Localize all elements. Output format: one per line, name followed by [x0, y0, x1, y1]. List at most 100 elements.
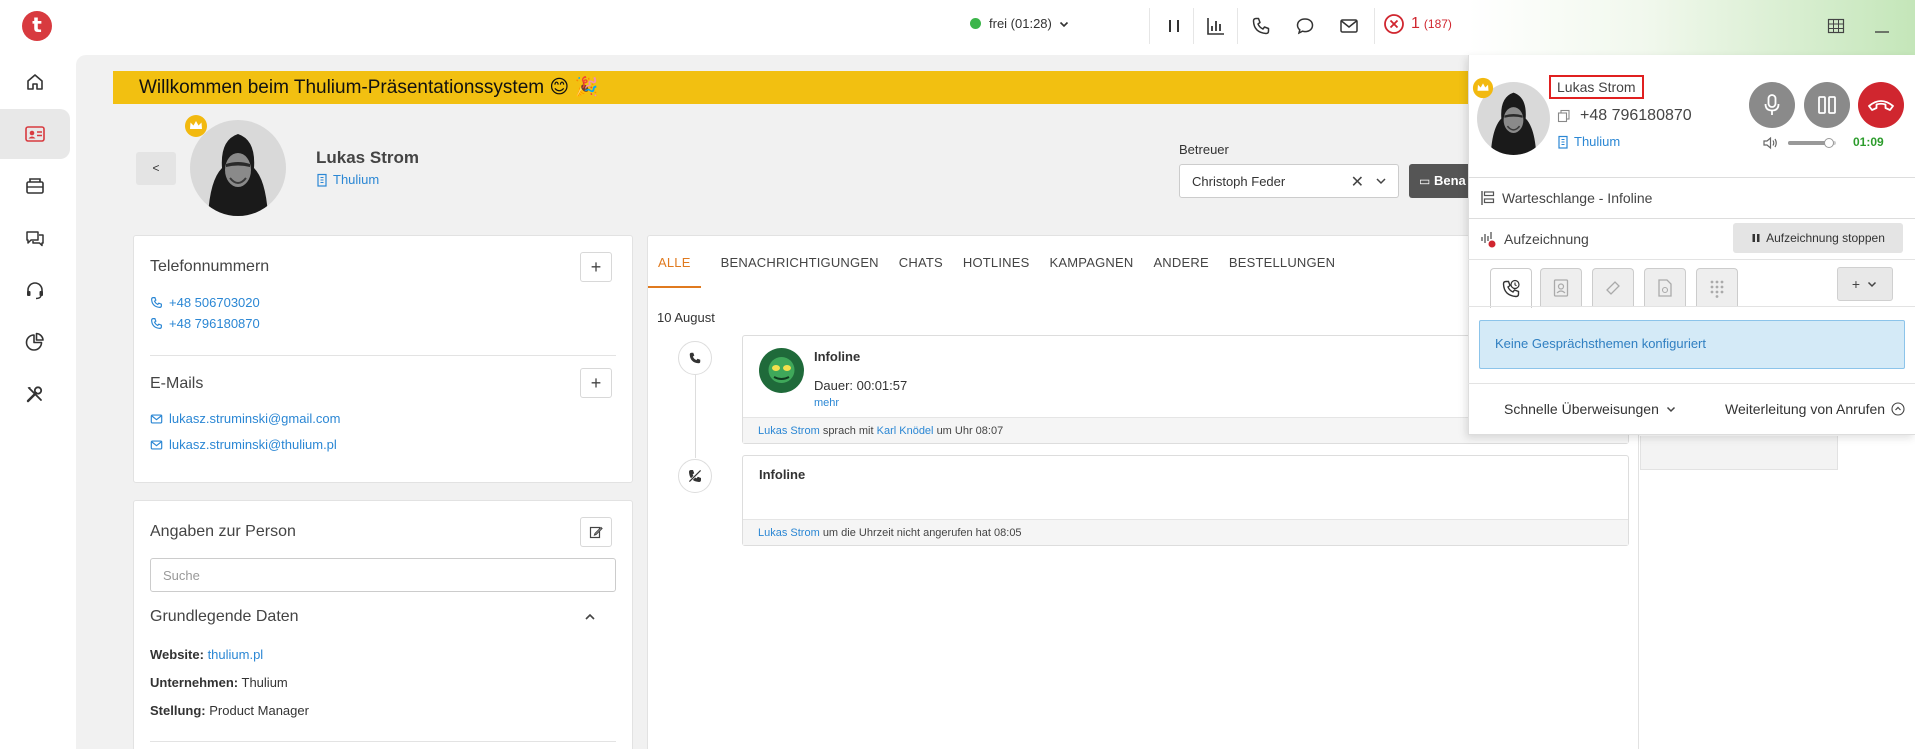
add-email-button[interactable]: +	[580, 368, 612, 398]
phone-button[interactable]	[1248, 13, 1274, 39]
back-button[interactable]: <	[136, 152, 176, 185]
pause-icon	[1752, 234, 1760, 242]
recording-icon	[1481, 232, 1496, 248]
person-search-input[interactable]: Suche	[150, 558, 616, 592]
betreuer-label: Betreuer	[1179, 142, 1229, 157]
contact-name: Lukas Strom	[316, 148, 419, 167]
tab-bestellungen[interactable]: BESTELLUNGEN	[1229, 255, 1335, 288]
tab-document[interactable]	[1644, 268, 1686, 306]
queue-label: Warteschlange - Infoline	[1502, 190, 1653, 206]
quick-transfers-dropdown[interactable]: Schnelle Überweisungen	[1504, 401, 1677, 417]
add-dropdown-label: +	[1851, 276, 1861, 292]
phone-icon	[689, 352, 701, 364]
chat-button[interactable]	[1292, 13, 1318, 39]
tab-hotlines[interactable]: HOTLINES	[963, 255, 1030, 288]
agent-status-dropdown[interactable]: frei (01:28)	[970, 16, 1070, 31]
website-link[interactable]: thulium.pl	[208, 647, 264, 662]
mail-icon	[1340, 19, 1358, 33]
timeline-entry: Infoline Lukas Strom um die Uhrzeit nich…	[742, 455, 1629, 546]
tab-benachrichtigungen[interactable]: BENACHRICHTIGUNGEN	[721, 255, 879, 288]
call-timer: 01:09	[1853, 135, 1884, 149]
alerts-counter[interactable]: 1 (187)	[1383, 13, 1452, 35]
hangup-icon	[1868, 100, 1894, 111]
sidebar-item-tickets[interactable]	[0, 161, 70, 211]
contact-link[interactable]: Lukas Strom	[758, 527, 820, 539]
hangup-button[interactable]	[1858, 82, 1904, 128]
volume-slider-fill	[1788, 141, 1829, 145]
entry-title: Infoline	[814, 349, 861, 364]
tab-andere[interactable]: ANDERE	[1153, 255, 1208, 288]
queue-icon	[1481, 191, 1495, 205]
mute-button[interactable]	[1749, 82, 1795, 128]
hold-button[interactable]	[1804, 82, 1850, 128]
agent-link[interactable]: Karl Knödel	[877, 425, 934, 437]
sidebar-item-tools[interactable]	[0, 369, 70, 419]
entry-title: Infoline	[759, 467, 806, 482]
edit-person-button[interactable]	[580, 517, 612, 547]
tab-chats[interactable]: CHATS	[899, 255, 943, 288]
volume-slider-knob[interactable]	[1823, 138, 1834, 148]
dialpad-icon	[1710, 280, 1724, 298]
caller-company-link[interactable]: Thulium	[1557, 134, 1620, 149]
chevron-circle-icon	[1891, 402, 1905, 416]
mail-icon	[150, 414, 163, 423]
more-link[interactable]: mehr	[814, 397, 839, 409]
caller-phone: +48 796180870	[1557, 107, 1692, 125]
chevron-down-icon[interactable]	[1374, 174, 1388, 188]
section-divider	[150, 741, 616, 742]
topbar-divider	[1149, 8, 1150, 44]
tab-contact-card[interactable]	[1540, 268, 1582, 306]
grid-icon[interactable]	[1827, 18, 1845, 34]
status-label: frei (01:28)	[989, 16, 1052, 31]
notify-button[interactable]: ▭ Bena	[1409, 164, 1469, 198]
sidebar-item-reports[interactable]	[0, 317, 70, 367]
phone-number-link[interactable]: +48 506703020	[150, 295, 260, 310]
tab-dialpad[interactable]	[1696, 268, 1738, 306]
phone-icon	[151, 297, 162, 308]
add-dropdown-button[interactable]: +	[1837, 267, 1893, 301]
call-entry-icon	[678, 341, 712, 375]
statistics-button[interactable]	[1203, 13, 1229, 39]
chevron-up-icon[interactable]	[583, 610, 597, 624]
copy-icon[interactable]	[1557, 109, 1571, 123]
email-link[interactable]: lukasz.struminski@thulium.pl	[150, 437, 337, 452]
company-label: Unternehmen:	[150, 675, 239, 690]
company-row: Unternehmen: Thulium	[150, 675, 288, 690]
basic-data-title: Grundlegende Daten	[150, 608, 299, 625]
left-sidebar: t	[0, 0, 76, 749]
tab-kampagnen[interactable]: KAMPAGNEN	[1050, 255, 1134, 288]
sidebar-item-contacts[interactable]	[0, 109, 70, 159]
pause-icon	[1169, 20, 1179, 32]
tab-call-history[interactable]	[1490, 268, 1532, 308]
sidebar-item-headset[interactable]	[0, 265, 70, 315]
minimize-icon[interactable]	[1874, 24, 1890, 34]
app-logo[interactable]: t	[22, 11, 52, 41]
home-icon	[27, 74, 43, 90]
betreuer-select[interactable]: Christoph Feder ✕	[1179, 164, 1399, 198]
sidebar-item-home[interactable]	[0, 57, 70, 107]
caller-name[interactable]: Lukas Strom	[1549, 75, 1644, 99]
add-phone-button[interactable]: +	[580, 252, 612, 282]
alerts-sub-count: (187)	[1423, 17, 1452, 31]
sidebar-item-chats[interactable]	[0, 213, 70, 263]
tab-ticket[interactable]	[1592, 268, 1634, 306]
volume-control[interactable]	[1762, 136, 1836, 150]
contact-link[interactable]: Lukas Strom	[758, 425, 820, 437]
alerts-count: 1	[1411, 15, 1420, 32]
no-topics-info: Keine Gesprächsthemen konfiguriert	[1479, 320, 1905, 369]
phone-number-link[interactable]: +48 796180870	[150, 316, 260, 331]
contact-company-label: Thulium	[333, 172, 380, 187]
stop-recording-button[interactable]: Aufzeichnung stoppen	[1733, 223, 1903, 253]
vip-crown-icon	[1472, 77, 1494, 99]
phones-title: Telefonnummern	[150, 258, 270, 275]
tab-alle[interactable]: ALLE	[648, 255, 701, 288]
call-forwarding-dropdown[interactable]: Weiterleitung von Anrufen	[1725, 401, 1905, 417]
notify-button-label: Bena	[1433, 173, 1466, 188]
clear-icon[interactable]: ✕	[1351, 172, 1364, 192]
mail-button[interactable]	[1336, 13, 1362, 39]
email-link[interactable]: lukasz.struminski@gmail.com	[150, 411, 340, 426]
contact-company-link[interactable]: Thulium	[316, 172, 379, 187]
topbar-divider	[1374, 8, 1375, 44]
pause-button[interactable]	[1161, 13, 1187, 39]
volume-slider[interactable]	[1788, 138, 1836, 148]
